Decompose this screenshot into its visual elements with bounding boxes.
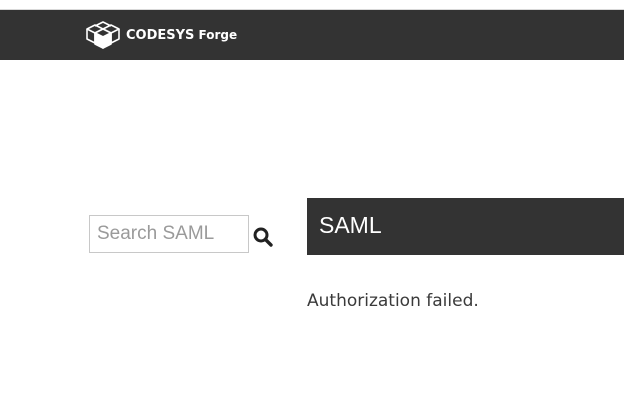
site-header: CODESYS Forge [0,10,624,60]
error-message: Authorization failed. [307,291,479,311]
page-title: SAML [319,212,382,238]
brand-home-link[interactable]: CODESYS Forge [84,20,237,50]
search-input[interactable] [89,215,249,253]
codesys-logo-icon [86,21,120,49]
search-icon[interactable] [252,226,274,248]
brand-name: CODESYS Forge [126,20,237,51]
page-title-bar: SAML [307,198,624,255]
brand-name-bold: CODESYS [126,27,195,43]
browser-top-strip [0,0,624,10]
brand-name-forge: Forge [198,27,238,42]
